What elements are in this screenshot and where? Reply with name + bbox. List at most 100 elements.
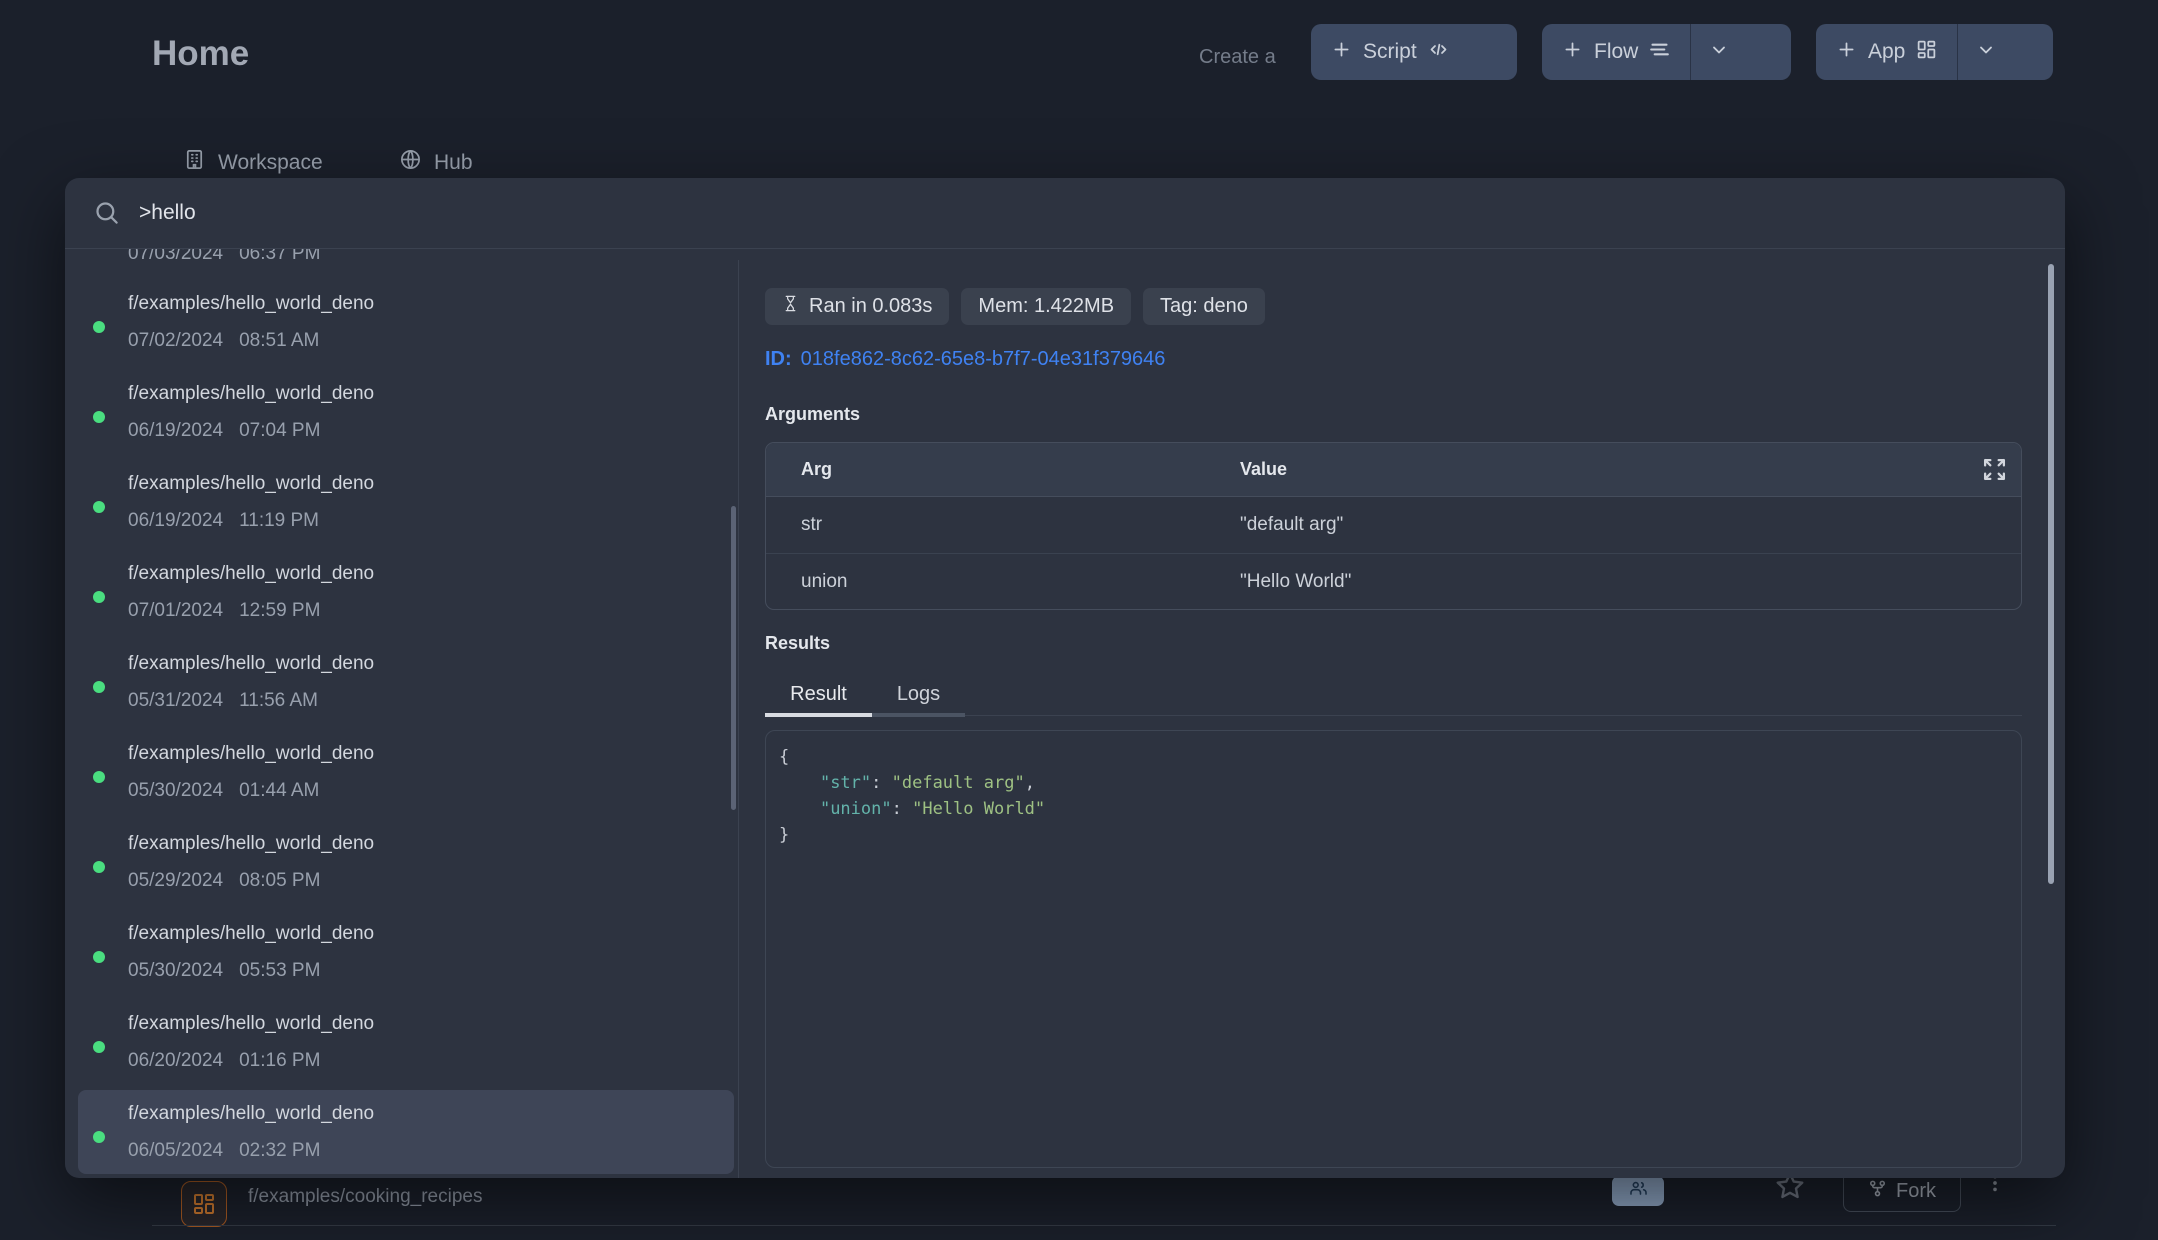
result-json: { "str": "default arg", "union": "Hello … bbox=[779, 744, 2021, 848]
run-list-item[interactable]: f/examples/hello_world_deno 05/30/202405:… bbox=[78, 910, 734, 994]
members-badge bbox=[1612, 1176, 1664, 1206]
fork-label: Fork bbox=[1896, 1180, 1936, 1203]
background-item-path: f/examples/cooking_recipes bbox=[248, 1186, 482, 1208]
run-list-item[interactable]: f/examples/hello_world_deno 06/05/202402:… bbox=[78, 1090, 734, 1174]
arguments-table-body: str"default arg"union"Hello World" bbox=[766, 497, 2021, 609]
success-dot-icon bbox=[93, 951, 105, 963]
arguments-table-header: Arg Value bbox=[766, 443, 2021, 497]
success-dot-icon bbox=[93, 591, 105, 603]
column-header-arg: Arg bbox=[766, 459, 1240, 480]
run-id[interactable]: ID:018fe862-8c62-65e8-b7f7-04e31f379646 bbox=[765, 348, 1165, 371]
success-dot-icon bbox=[93, 681, 105, 693]
run-path: f/examples/hello_world_deno bbox=[128, 923, 374, 945]
search-icon bbox=[93, 199, 120, 231]
globe-icon bbox=[399, 148, 422, 177]
tab-result[interactable]: Result bbox=[765, 679, 872, 709]
run-path: f/examples/hello_world_deno bbox=[128, 1103, 374, 1125]
run-list: 07/03/202406:37 PM f/examples/hello_worl… bbox=[65, 249, 738, 1178]
inactive-tab-indicator bbox=[872, 713, 965, 717]
column-divider bbox=[738, 260, 739, 1178]
layout-dashboard-icon bbox=[1916, 39, 1937, 66]
create-script-button[interactable]: Script bbox=[1311, 24, 1517, 80]
run-timestamp: 07/02/202408:51 AM bbox=[128, 330, 319, 352]
tab-workspace[interactable]: Workspace bbox=[183, 148, 323, 177]
tab-workspace-label: Workspace bbox=[218, 151, 323, 175]
plus-icon bbox=[1331, 39, 1352, 66]
run-path: f/examples/hello_world_deno bbox=[128, 473, 374, 495]
code-icon bbox=[1428, 39, 1449, 66]
run-list-item[interactable]: f/examples/hello_world_deno06/20/202401:… bbox=[78, 1000, 734, 1084]
chevron-down-icon bbox=[1976, 40, 1996, 65]
run-timestamp: 05/31/202411:56 AM bbox=[128, 690, 318, 712]
plus-icon bbox=[1562, 39, 1583, 66]
tab-logs[interactable]: Logs bbox=[872, 679, 965, 709]
run-timestamp: 05/30/202405:53 PM bbox=[128, 960, 320, 982]
run-list-item[interactable]: f/examples/hello_world_deno 06/19/202407:… bbox=[78, 370, 734, 454]
tab-hub[interactable]: Hub bbox=[399, 148, 473, 177]
run-id-value[interactable]: 018fe862-8c62-65e8-b7f7-04e31f379646 bbox=[801, 348, 1166, 370]
run-badges: Ran in 0.083s Mem: 1.422MB Tag: deno bbox=[765, 288, 1265, 325]
chevron-down-icon bbox=[1709, 40, 1729, 65]
run-path: f/examples/hello_world_deno bbox=[128, 563, 374, 585]
success-dot-icon bbox=[93, 1131, 105, 1143]
run-path: f/examples/hello_world_deno bbox=[128, 743, 374, 765]
run-timestamp: 06/05/202402:32 PM bbox=[128, 1140, 320, 1162]
memory-text: Mem: 1.422MB bbox=[978, 295, 1114, 318]
hourglass-icon bbox=[782, 293, 809, 320]
run-list-item[interactable]: f/examples/hello_world_deno 07/02/202408:… bbox=[78, 280, 734, 364]
run-list-item[interactable]: f/examples/hello_world_deno 07/01/202412:… bbox=[78, 550, 734, 634]
search-input[interactable] bbox=[139, 195, 1939, 231]
active-tab-indicator bbox=[765, 713, 872, 717]
arguments-table-row: str"default arg" bbox=[766, 497, 2021, 553]
row-divider bbox=[152, 1225, 2056, 1226]
success-dot-icon bbox=[93, 1041, 105, 1053]
search-row bbox=[65, 178, 2065, 248]
tag-text: Tag: deno bbox=[1160, 295, 1248, 318]
tag-badge: Tag: deno bbox=[1143, 288, 1265, 325]
run-list-item[interactable]: f/examples/hello_world_deno 05/31/202411:… bbox=[78, 640, 734, 724]
run-list-item[interactable]: f/examples/hello_world_deno 06/19/202411:… bbox=[78, 460, 734, 544]
results-tabs: Result Logs bbox=[765, 679, 965, 709]
success-dot-icon bbox=[93, 861, 105, 873]
run-path: f/examples/hello_world_deno bbox=[128, 383, 374, 405]
list-scrollbar-thumb[interactable] bbox=[731, 506, 736, 810]
page-title: Home bbox=[152, 34, 249, 74]
app-dropdown-button[interactable] bbox=[1958, 24, 2013, 80]
plus-icon bbox=[1836, 39, 1857, 66]
create-app-label: App bbox=[1868, 40, 1905, 64]
expand-table-button[interactable] bbox=[1982, 457, 2007, 487]
duration-badge: Ran in 0.083s bbox=[765, 288, 949, 325]
create-flow-label: Flow bbox=[1594, 40, 1638, 64]
star-icon bbox=[1774, 1189, 1806, 1206]
success-dot-icon bbox=[93, 321, 105, 333]
arguments-table-row: union"Hello World" bbox=[766, 553, 2021, 609]
tab-hub-label: Hub bbox=[434, 151, 473, 175]
run-path: f/examples/hello_world_deno bbox=[128, 653, 374, 675]
duration-text: Ran in 0.083s bbox=[809, 295, 932, 318]
expand-icon bbox=[1982, 466, 2007, 486]
create-app-button[interactable]: App bbox=[1816, 24, 2053, 80]
git-fork-icon bbox=[1868, 1179, 1887, 1204]
run-timestamp: 06/19/202411:19 PM bbox=[128, 510, 319, 532]
panel-scrollbar-thumb[interactable] bbox=[2048, 264, 2054, 884]
run-list-item[interactable]: f/examples/hello_world_deno 05/30/202401:… bbox=[78, 730, 734, 814]
kebab-icon bbox=[1984, 1181, 2006, 1198]
run-timestamp: 06/19/202407:04 PM bbox=[128, 420, 320, 442]
arguments-table: Arg Value str"default arg"union"Hello Wo… bbox=[765, 442, 2022, 610]
run-timestamp-partial: 07/03/202406:37 PM bbox=[128, 249, 320, 265]
memory-badge: Mem: 1.422MB bbox=[961, 288, 1131, 325]
building-icon bbox=[183, 148, 206, 177]
column-header-value: Value bbox=[1240, 459, 2021, 480]
run-timestamp: 07/01/202412:59 PM bbox=[128, 600, 320, 622]
create-flow-button[interactable]: Flow bbox=[1542, 24, 1791, 80]
flow-dropdown-button[interactable] bbox=[1691, 24, 1746, 80]
run-timestamp: 05/29/202408:05 PM bbox=[128, 870, 320, 892]
run-timestamp: 05/30/202401:44 AM bbox=[128, 780, 319, 802]
create-script-label: Script bbox=[1363, 40, 1417, 64]
run-path: f/examples/hello_world_deno bbox=[128, 293, 374, 315]
create-a-label: Create a bbox=[1199, 46, 1276, 69]
run-list-item[interactable]: f/examples/hello_world_deno05/29/202408:… bbox=[78, 820, 734, 904]
app-grid-icon bbox=[181, 1181, 227, 1227]
run-timestamp: 06/20/202401:16 PM bbox=[128, 1050, 320, 1072]
success-dot-icon bbox=[93, 501, 105, 513]
